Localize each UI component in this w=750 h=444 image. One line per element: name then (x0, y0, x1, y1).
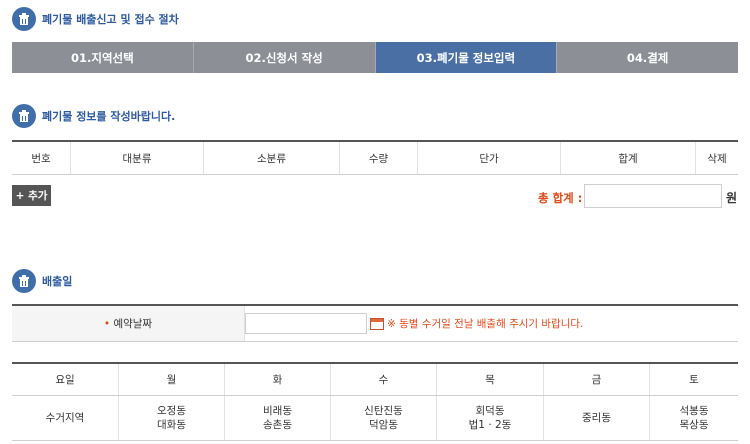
area-name: 회덕동 (475, 405, 505, 417)
step-3-active[interactable]: 03.폐기물 정보입력 (375, 42, 558, 73)
col-minor-category: 소분류 (203, 141, 340, 175)
area-name: 목상동 (679, 419, 709, 431)
day-wed: 수 (330, 363, 437, 396)
area-tue: 비래동송촌동 (224, 395, 331, 441)
area-wed: 신탄진동덕암동 (330, 395, 437, 441)
day-sat: 토 (649, 363, 738, 396)
col-unit-price: 단가 (417, 141, 561, 175)
page-title-text: 폐기물 배출신고 및 접수 절차 (42, 13, 179, 26)
reservation-table: • 예약날짜 ※ 동별 수거일 전날 배출해 주시기 바랍니다. (12, 304, 738, 342)
reservation-label: 예약날짜 (113, 318, 153, 330)
area-name: 송촌동 (263, 419, 292, 431)
trash-bin-icon (12, 104, 36, 128)
required-mark: • (103, 318, 111, 330)
day-fri: 금 (543, 363, 650, 396)
col-sum: 합계 (560, 141, 696, 175)
area-mon: 오정동대화동 (118, 395, 225, 441)
page-title: 폐기물 배출신고 및 접수 절차 (12, 7, 179, 31)
area-name: 대화동 (157, 419, 186, 431)
day-mon: 월 (118, 363, 225, 396)
step-progress: 01.지역선택 02.신청서 작성 03.폐기물 정보입력 04.결제 (12, 42, 738, 73)
day-tue: 화 (224, 363, 331, 396)
total-input[interactable] (584, 184, 722, 208)
col-number: 번호 (12, 141, 71, 175)
area-name: 중리동 (582, 412, 611, 424)
collection-schedule-table: 요일 월 화 수 목 금 토 수거지역 오정동대화동 비래동송촌동 신탄진동덕암… (12, 362, 738, 441)
area-fri: 중리동 (543, 395, 650, 441)
area-name: 덕암동 (369, 419, 398, 431)
step-1[interactable]: 01.지역선택 (12, 42, 194, 73)
reservation-label-cell: • 예약날짜 (12, 305, 245, 342)
waste-info-title-text: 폐기물 정보를 작성바랍니다. (42, 110, 176, 123)
discharge-title: 배출일 (12, 269, 72, 293)
reservation-field-cell: ※ 동별 수거일 전날 배출해 주시기 바랍니다. (244, 305, 738, 342)
discharge-title-text: 배출일 (42, 275, 73, 288)
trash-bin-icon (12, 269, 36, 293)
total-label: 총 합계 : (538, 191, 583, 205)
col-major-category: 대분류 (70, 141, 204, 175)
step-4[interactable]: 04.결제 (557, 42, 738, 73)
reservation-date-input[interactable] (245, 313, 367, 334)
col-delete: 삭제 (695, 141, 738, 175)
day-thu: 목 (436, 363, 544, 396)
area-sat: 석봉동목상동 (649, 395, 738, 441)
day-header-label: 요일 (12, 363, 119, 396)
area-name: 신탄진동 (364, 405, 403, 417)
waste-table: 번호 대분류 소분류 수량 단가 합계 삭제 (12, 140, 738, 175)
waste-info-title: 폐기물 정보를 작성바랍니다. (12, 104, 175, 128)
trash-bin-icon (12, 7, 36, 31)
area-row-label: 수거지역 (12, 395, 119, 441)
calendar-icon[interactable] (370, 317, 384, 330)
area-thu: 회덕동법1 · 2동 (436, 395, 544, 441)
collection-notice: ※ 동별 수거일 전날 배출해 주시기 바랍니다. (387, 318, 584, 330)
col-quantity: 수량 (339, 141, 418, 175)
area-name: 석봉동 (679, 405, 709, 417)
area-name: 오정동 (157, 405, 186, 417)
area-name: 법1 · 2동 (468, 419, 512, 431)
add-row-button[interactable]: + 추가 (12, 185, 51, 206)
area-name: 비래동 (263, 405, 292, 417)
currency-unit: 원 (726, 191, 738, 205)
step-2[interactable]: 02.신청서 작성 (193, 42, 376, 73)
